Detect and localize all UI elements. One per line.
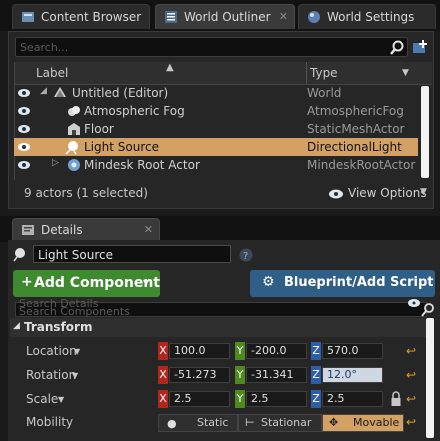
outliner-row[interactable]: ◢ Untitled (Editor) World [14,84,418,102]
directional-light-icon [13,248,25,262]
outliner-row[interactable]: Atmospheric Fog AtmosphericFog [14,102,418,120]
lock-icon[interactable] [390,391,402,407]
view-options-button[interactable]: View Options [348,186,427,200]
editor-tab-bar: Content Browser World Outliner ✕ World S… [0,0,440,31]
outliner-row[interactable]: ▷ Mindesk Root Actor MindeskRootActor [14,156,418,174]
search-components-placeholder: Search Components [19,305,130,318]
column-filter-icon[interactable]: ▼ [402,68,409,78]
search-components-input[interactable]: Search Details Search Components [15,297,427,318]
rotation-property: Rotation ▼ X -51.273 Y -31.341 Z 12.0° ↩ [26,366,417,384]
column-label-header[interactable]: Label [36,66,68,80]
row-type: DirectionalLight [307,140,402,154]
plus-icon: + [21,274,33,290]
add-component-label: Add Component [34,275,160,291]
location-label[interactable]: Location [26,344,77,358]
reset-arrow-icon[interactable]: ↩ [406,368,416,382]
row-type: MindeskRootActor [307,158,416,172]
row-label: Light Source [84,140,159,154]
static-mesh-icon [68,123,80,135]
row-label: Atmospheric Fog [84,104,185,118]
fog-icon [68,106,80,116]
world-icon [54,87,66,97]
actor-icon [68,159,80,171]
rotation-label[interactable]: Rotation [26,368,76,382]
outliner-row-selected[interactable]: Light Source DirectionalLight [14,138,418,156]
blueprint-add-script-button[interactable]: ⚙ Blueprint/Add Script [250,270,435,297]
actor-name-field[interactable]: Light Source [33,245,231,263]
mobility-static-button[interactable]: ● Static [158,414,238,432]
expand-arrow-icon[interactable]: ◢ [40,86,47,96]
column-type-header[interactable]: Type [310,66,338,80]
outliner-scrollbar[interactable] [421,86,429,178]
chevron-down-icon: ▼ [143,278,150,287]
details-icon [22,225,34,235]
outliner-header: Label ▲ Type ▼ [14,62,432,85]
tab-world-outliner[interactable]: World Outliner ✕ [155,4,295,29]
expand-arrow-icon[interactable]: ▷ [52,158,59,168]
transform-section-header[interactable]: ◢ Transform [10,318,426,337]
eye-icon[interactable] [17,122,31,136]
mobility-label: Mobility [26,415,74,429]
section-title: Transform [24,320,93,334]
tab-label: Content Browser [41,10,142,24]
stationary-icon: ⊢ [245,416,255,429]
blueprint-label: Blueprint/Add Script [284,275,434,290]
tab-label: Details [41,223,83,237]
actor-name-value: Light Source [38,248,113,262]
scale-label[interactable]: Scale [26,392,58,406]
row-type: StaticMeshActor [307,122,405,136]
world-settings-icon [308,11,320,23]
mobility-property: Mobility ● Static ⊢ Stationar ✥ Movable … [10,412,430,434]
eye-icon[interactable] [407,298,421,308]
divider [306,62,307,84]
reset-arrow-icon[interactable]: ↩ [406,415,416,429]
row-type: World [307,86,342,100]
world-outliner-icon [165,11,177,23]
lock-actor-icon[interactable]: ? [238,247,254,263]
add-folder-icon[interactable] [412,38,430,56]
tab-label: World Settings [327,10,415,24]
actor-count-status: 9 actors (1 selected) [24,186,148,200]
directional-light-icon [65,141,78,155]
details-tab-bar: Details ✕ [0,216,440,242]
search-placeholder: Search... [20,41,69,54]
static-icon: ● [167,417,177,430]
row-label: Floor [84,122,114,136]
chevron-down-icon[interactable]: ▼ [420,187,427,197]
content-browser-icon [22,12,34,22]
scale-property: Scale ▼ X 2.5 Y 2.5 Z 2.5 ↩ [26,390,417,408]
eye-icon[interactable] [17,158,31,172]
location-property: Location ▼ X 100.0 Y -200.0 Z 570.0 ↩ [26,342,417,360]
eye-icon[interactable] [17,104,31,118]
sort-arrow-icon: ▲ [166,62,174,73]
add-component-button[interactable]: + Add Component ▼ [13,270,160,297]
close-icon[interactable]: ✕ [279,10,288,23]
svg-text:?: ? [243,251,248,262]
eye-icon[interactable] [17,140,31,154]
row-label: Untitled (Editor) [72,86,169,100]
chevron-down-icon[interactable]: ▼ [58,395,64,404]
close-icon[interactable]: ✕ [144,223,153,236]
row-type: AtmosphericFog [307,104,404,118]
reset-arrow-icon[interactable]: ↩ [406,392,416,406]
search-icon [421,303,434,317]
outliner-search-input[interactable]: Search... [15,37,408,57]
eye-icon[interactable] [17,86,31,100]
tab-label: World Outliner [184,10,271,24]
chevron-down-icon[interactable]: ▼ [72,371,78,380]
move-icon: ✥ [329,416,339,429]
mobility-movable-button[interactable]: ✥ Movable [322,414,404,432]
tab-content-browser[interactable]: Content Browser [12,4,150,29]
row-label: Mindesk Root Actor [84,158,200,172]
tab-world-settings[interactable]: World Settings [298,4,436,29]
chevron-down-icon[interactable]: ▼ [74,347,80,356]
eye-icon [329,189,343,199]
blueprint-gear-icon: ⚙ [262,274,275,290]
tab-details[interactable]: Details ✕ [12,218,160,242]
mobility-stationary-button[interactable]: ⊢ Stationar [238,414,322,432]
search-icon [390,40,404,55]
collapse-arrow-icon: ◢ [13,321,20,331]
reset-arrow-icon[interactable]: ↩ [406,344,416,358]
outliner-row[interactable]: Floor StaticMeshActor [14,120,418,138]
